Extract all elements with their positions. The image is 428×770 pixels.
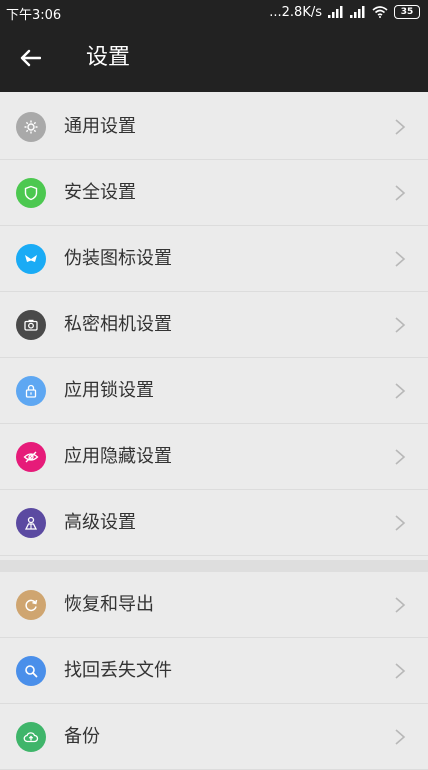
user-advanced-icon — [16, 508, 46, 538]
settings-item-label: 备份 — [64, 726, 100, 747]
chevron-right-icon — [395, 317, 406, 333]
settings-group-data: 恢复和导出找回丢失文件 备份 — [0, 572, 428, 770]
status-bar: 下午3:06 ...2.8K/s 35 — [0, 0, 428, 24]
settings-group-1-item-2[interactable]: 安全设置 — [0, 160, 428, 226]
settings-item-label: 通用设置 — [64, 116, 136, 137]
settings-item-label: 私密相机设置 — [64, 314, 172, 335]
settings-group-1-item-5[interactable]: 应用锁设置 — [0, 358, 428, 424]
arrow-left-icon — [20, 49, 41, 67]
chevron-right-icon — [395, 185, 406, 201]
settings-group-2-item-2[interactable]: 找回丢失文件 — [0, 638, 428, 704]
chevron-right-icon — [395, 383, 406, 399]
wifi-icon — [372, 6, 388, 18]
network-speed: ...2.8K/s — [269, 4, 322, 20]
settings-item-label: 应用锁设置 — [64, 380, 154, 401]
chevron-right-icon — [395, 449, 406, 465]
settings-item-label: 找回丢失文件 — [64, 660, 172, 681]
chevron-right-icon — [395, 663, 406, 679]
settings-item-label: 恢复和导出 — [64, 594, 154, 615]
lock-icon — [16, 376, 46, 406]
section-divider — [0, 560, 428, 572]
settings-item-label: 伪装图标设置 — [64, 248, 172, 269]
chevron-right-icon — [395, 251, 406, 267]
settings-group-1-item-4[interactable]: 私密相机设置 — [0, 292, 428, 358]
backup-icon — [16, 722, 46, 752]
signal-icon — [328, 6, 343, 18]
shield-icon — [16, 178, 46, 208]
restore-icon — [16, 590, 46, 620]
settings-group-1-item-7[interactable]: 高级设置 — [0, 490, 428, 556]
settings-group-2-item-1[interactable]: 恢复和导出 — [0, 572, 428, 638]
chevron-right-icon — [395, 119, 406, 135]
settings-item-label: 应用隐藏设置 — [64, 446, 172, 467]
chevron-right-icon — [395, 597, 406, 613]
gear-icon — [16, 112, 46, 142]
settings-group-main: 通用设置安全设置伪装图标设置 私密相机设置 应用锁设置应用隐藏设置 高级设置 — [0, 94, 428, 556]
battery-icon: 35 — [394, 5, 420, 19]
back-button[interactable] — [14, 44, 46, 72]
status-time: 下午3:06 — [6, 8, 62, 23]
settings-group-1-item-3[interactable]: 伪装图标设置 — [0, 226, 428, 292]
settings-item-label: 安全设置 — [64, 182, 136, 203]
camera-icon — [16, 310, 46, 340]
bird-icon — [16, 244, 46, 274]
eye-hidden-icon — [16, 442, 46, 472]
page-title: 设置 — [86, 45, 131, 70]
settings-group-1-item-6[interactable]: 应用隐藏设置 — [0, 424, 428, 490]
search-file-icon — [16, 656, 46, 686]
settings-item-label: 高级设置 — [64, 512, 136, 533]
signal-icon-2 — [350, 6, 365, 18]
chevron-right-icon — [395, 729, 406, 745]
chevron-right-icon — [395, 515, 406, 531]
app-bar: 设置 — [0, 24, 428, 92]
status-indicators: ...2.8K/s 35 — [269, 3, 420, 21]
settings-group-2-item-3[interactable]: 备份 — [0, 704, 428, 770]
settings-group-1-item-1[interactable]: 通用设置 — [0, 94, 428, 160]
